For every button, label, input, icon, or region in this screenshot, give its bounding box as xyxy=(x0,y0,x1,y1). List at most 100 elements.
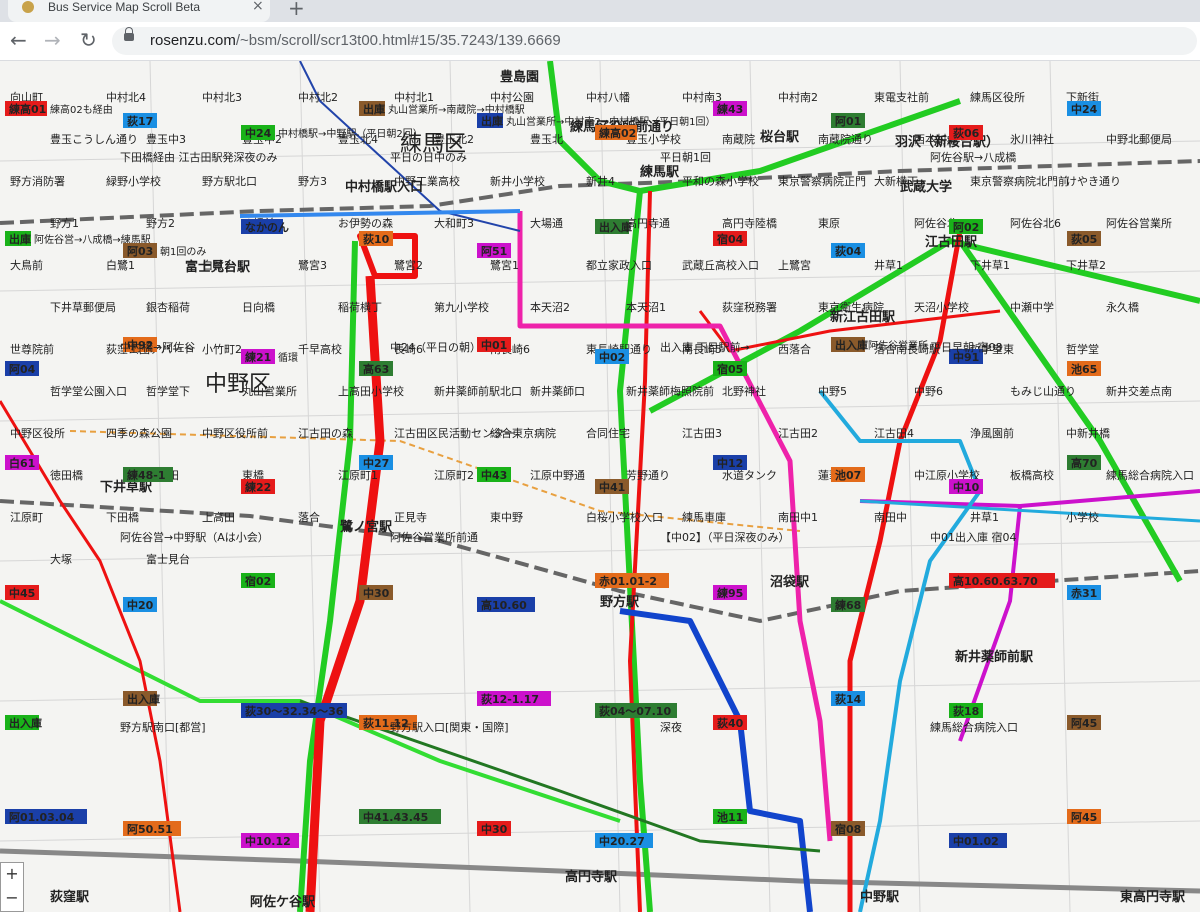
place-label: 練馬総合病院入口 xyxy=(1106,468,1194,482)
place-label: 天沼小学校 xyxy=(914,300,969,314)
route-badge-label: 中43 xyxy=(481,468,507,482)
place-label: 浄風園前 xyxy=(970,426,1014,440)
station-label: 沼袋駅 xyxy=(770,574,810,590)
route-badge-label: 中41.43.45 xyxy=(363,810,428,824)
place-label: 大場通 xyxy=(530,216,563,230)
station-label: 中野駅 xyxy=(860,889,900,905)
route-badge-label: 阿50.51 xyxy=(127,822,173,836)
place-label: 上鷺宮 xyxy=(778,258,811,272)
place-label: 氷川神社 xyxy=(1010,132,1054,146)
place-label: 野方1 xyxy=(50,216,79,230)
place-label: 合同住宅 xyxy=(586,426,630,440)
place-label: 江古田3 xyxy=(682,427,722,440)
route-badge-label: 中20 xyxy=(127,598,154,612)
place-label: 白桜小学校入口 xyxy=(586,510,663,524)
route-badge-label: 池65 xyxy=(1071,362,1097,376)
forward-button[interactable]: → xyxy=(44,29,61,51)
place-label: 哲学堂公園入口 xyxy=(50,384,127,398)
place-label: 中村北4 xyxy=(106,90,146,104)
place-label: 稲荷横丁 xyxy=(338,300,382,314)
route-green-east2 xyxy=(957,239,1183,583)
place-label: 豊玉北2 xyxy=(434,133,474,146)
station-label: 桜台駅 xyxy=(760,129,800,145)
route-badge-label: 中24 xyxy=(245,126,272,140)
favicon-icon xyxy=(22,1,34,13)
map-note: 平日早朝 宿08 xyxy=(930,340,1003,354)
route-badge-label: 荻12-1.17 xyxy=(481,692,539,706)
zoom-in-button[interactable]: + xyxy=(1,863,23,887)
route-badge-label: 荻05 xyxy=(1071,232,1097,246)
place-label: 武蔵丘高校入口 xyxy=(682,258,759,272)
place-label: 丸山営業所 xyxy=(242,384,297,398)
route-badge-label: 宿04 xyxy=(717,232,744,246)
route-badge-label: 中12 xyxy=(717,456,743,470)
route-note: 中村橋駅→中野駅（平日朝2回） xyxy=(278,127,423,140)
place-label: 鷺宮3 xyxy=(298,258,327,272)
place-label: 本天沼1 xyxy=(626,300,666,314)
route-badge-label: 中01 xyxy=(481,338,507,352)
close-icon[interactable]: × xyxy=(252,0,264,14)
place-label: 哲学堂下 xyxy=(146,384,190,398)
station-label: 東高円寺駅 xyxy=(1120,889,1186,905)
place-label: 井草1 xyxy=(874,258,903,272)
browser-tab[interactable]: Bus Service Map Scroll Beta × xyxy=(8,0,270,22)
route-badge-label: 宿08 xyxy=(835,822,861,836)
place-label: 江原町1 xyxy=(338,469,378,482)
route-badge-label: 荻14 xyxy=(835,692,862,706)
zoom-control[interactable]: + − xyxy=(0,862,24,912)
place-label: 西落合 xyxy=(778,342,811,356)
route-badge-label: 出入庫 xyxy=(835,338,868,352)
place-label: 中野5 xyxy=(818,385,847,398)
station-label: 野方駅 xyxy=(600,594,640,610)
place-label: 総合東京病院 xyxy=(490,426,556,440)
zoom-out-button[interactable]: − xyxy=(1,887,23,911)
route-badge-label: 宿05 xyxy=(717,362,743,376)
place-label: 本天沼2 xyxy=(530,300,570,314)
station-label: 豊島園 xyxy=(500,69,539,85)
place-label: 下井草郵便局 xyxy=(50,300,116,314)
place-label: 上高田 xyxy=(202,510,235,524)
place-label: 荻窪税務署 xyxy=(722,300,777,314)
place-label: 大塚 xyxy=(50,552,72,566)
map-note: 平日の日中のみ xyxy=(390,151,467,164)
place-label: 鷺宮2 xyxy=(394,258,423,272)
place-label: 中瀬中学 xyxy=(1010,300,1054,314)
route-note: 朝1回のみ xyxy=(160,246,206,258)
place-label: 新井薬師梅照院前 xyxy=(626,384,714,398)
station-label: 練馬駅 xyxy=(640,164,680,180)
route-badge-label: 阿45 xyxy=(1071,810,1097,824)
route-badge-label: 練高01 xyxy=(9,102,46,116)
new-tab-button[interactable]: + xyxy=(288,0,305,20)
route-badge-label: 荻30～32.34～36 xyxy=(245,704,344,718)
place-label: 鷺宮1 xyxy=(490,258,519,272)
route-badge-label: 練43 xyxy=(717,102,743,116)
place-label: 江古田2 xyxy=(778,427,818,440)
back-button[interactable]: ← xyxy=(10,29,27,51)
route-badge-label: 阿45 xyxy=(1071,716,1097,730)
place-label: 新井小学校 xyxy=(490,174,545,188)
route-badge-label: 高70 xyxy=(1071,456,1098,470)
place-label: お伊勢の森 xyxy=(338,216,393,230)
route-badge-label: 赤01.01-2 xyxy=(599,574,657,588)
map-canvas[interactable]: 練馬区中野区練馬駅豊島園桜台駅江古田駅新江古田駅下井草駅鷺ノ宮駅野方駅沼袋駅新井… xyxy=(0,61,1200,912)
place-label: 豊玉こうしん通り xyxy=(50,133,138,146)
reload-button[interactable]: ↻ xyxy=(80,29,97,51)
address-bar[interactable]: rosenzu.com/~bsm/scroll/scr13t00.html#15… xyxy=(112,27,1197,55)
route-badge-label: 阿02 xyxy=(953,220,979,234)
route-badge-label: 池11 xyxy=(717,810,743,824)
place-label: 練馬区役所 xyxy=(970,90,1025,104)
route-badge-label: 高10.60.63.70 xyxy=(953,574,1038,588)
route-badge-label: 中30 xyxy=(481,822,508,836)
place-label: もみじ山通り xyxy=(1010,385,1076,398)
place-label: 中村北3 xyxy=(202,90,242,104)
route-badge-label: なかのん xyxy=(245,221,289,234)
route-badge-label: 中41 xyxy=(599,480,625,494)
place-label: 中野工業高校 xyxy=(394,174,460,188)
route-badge-label: 中45 xyxy=(9,586,35,600)
map-note: 【中02】（平日深夜のみ） xyxy=(660,530,790,544)
place-label: 高円寺陸橋 xyxy=(722,216,777,230)
route-badge-label: 宿02 xyxy=(245,574,271,588)
place-label: 江古田の森 xyxy=(298,426,353,440)
bus-route-map[interactable]: 練馬区 中野区 練馬駅 豊島園 桜台駅 江古田駅 新江古田駅 下井草駅 鷺ノ宮駅 野方駅 沼袋駅 新井… xyxy=(0,61,1200,912)
place-label: 中野6 xyxy=(914,385,943,398)
